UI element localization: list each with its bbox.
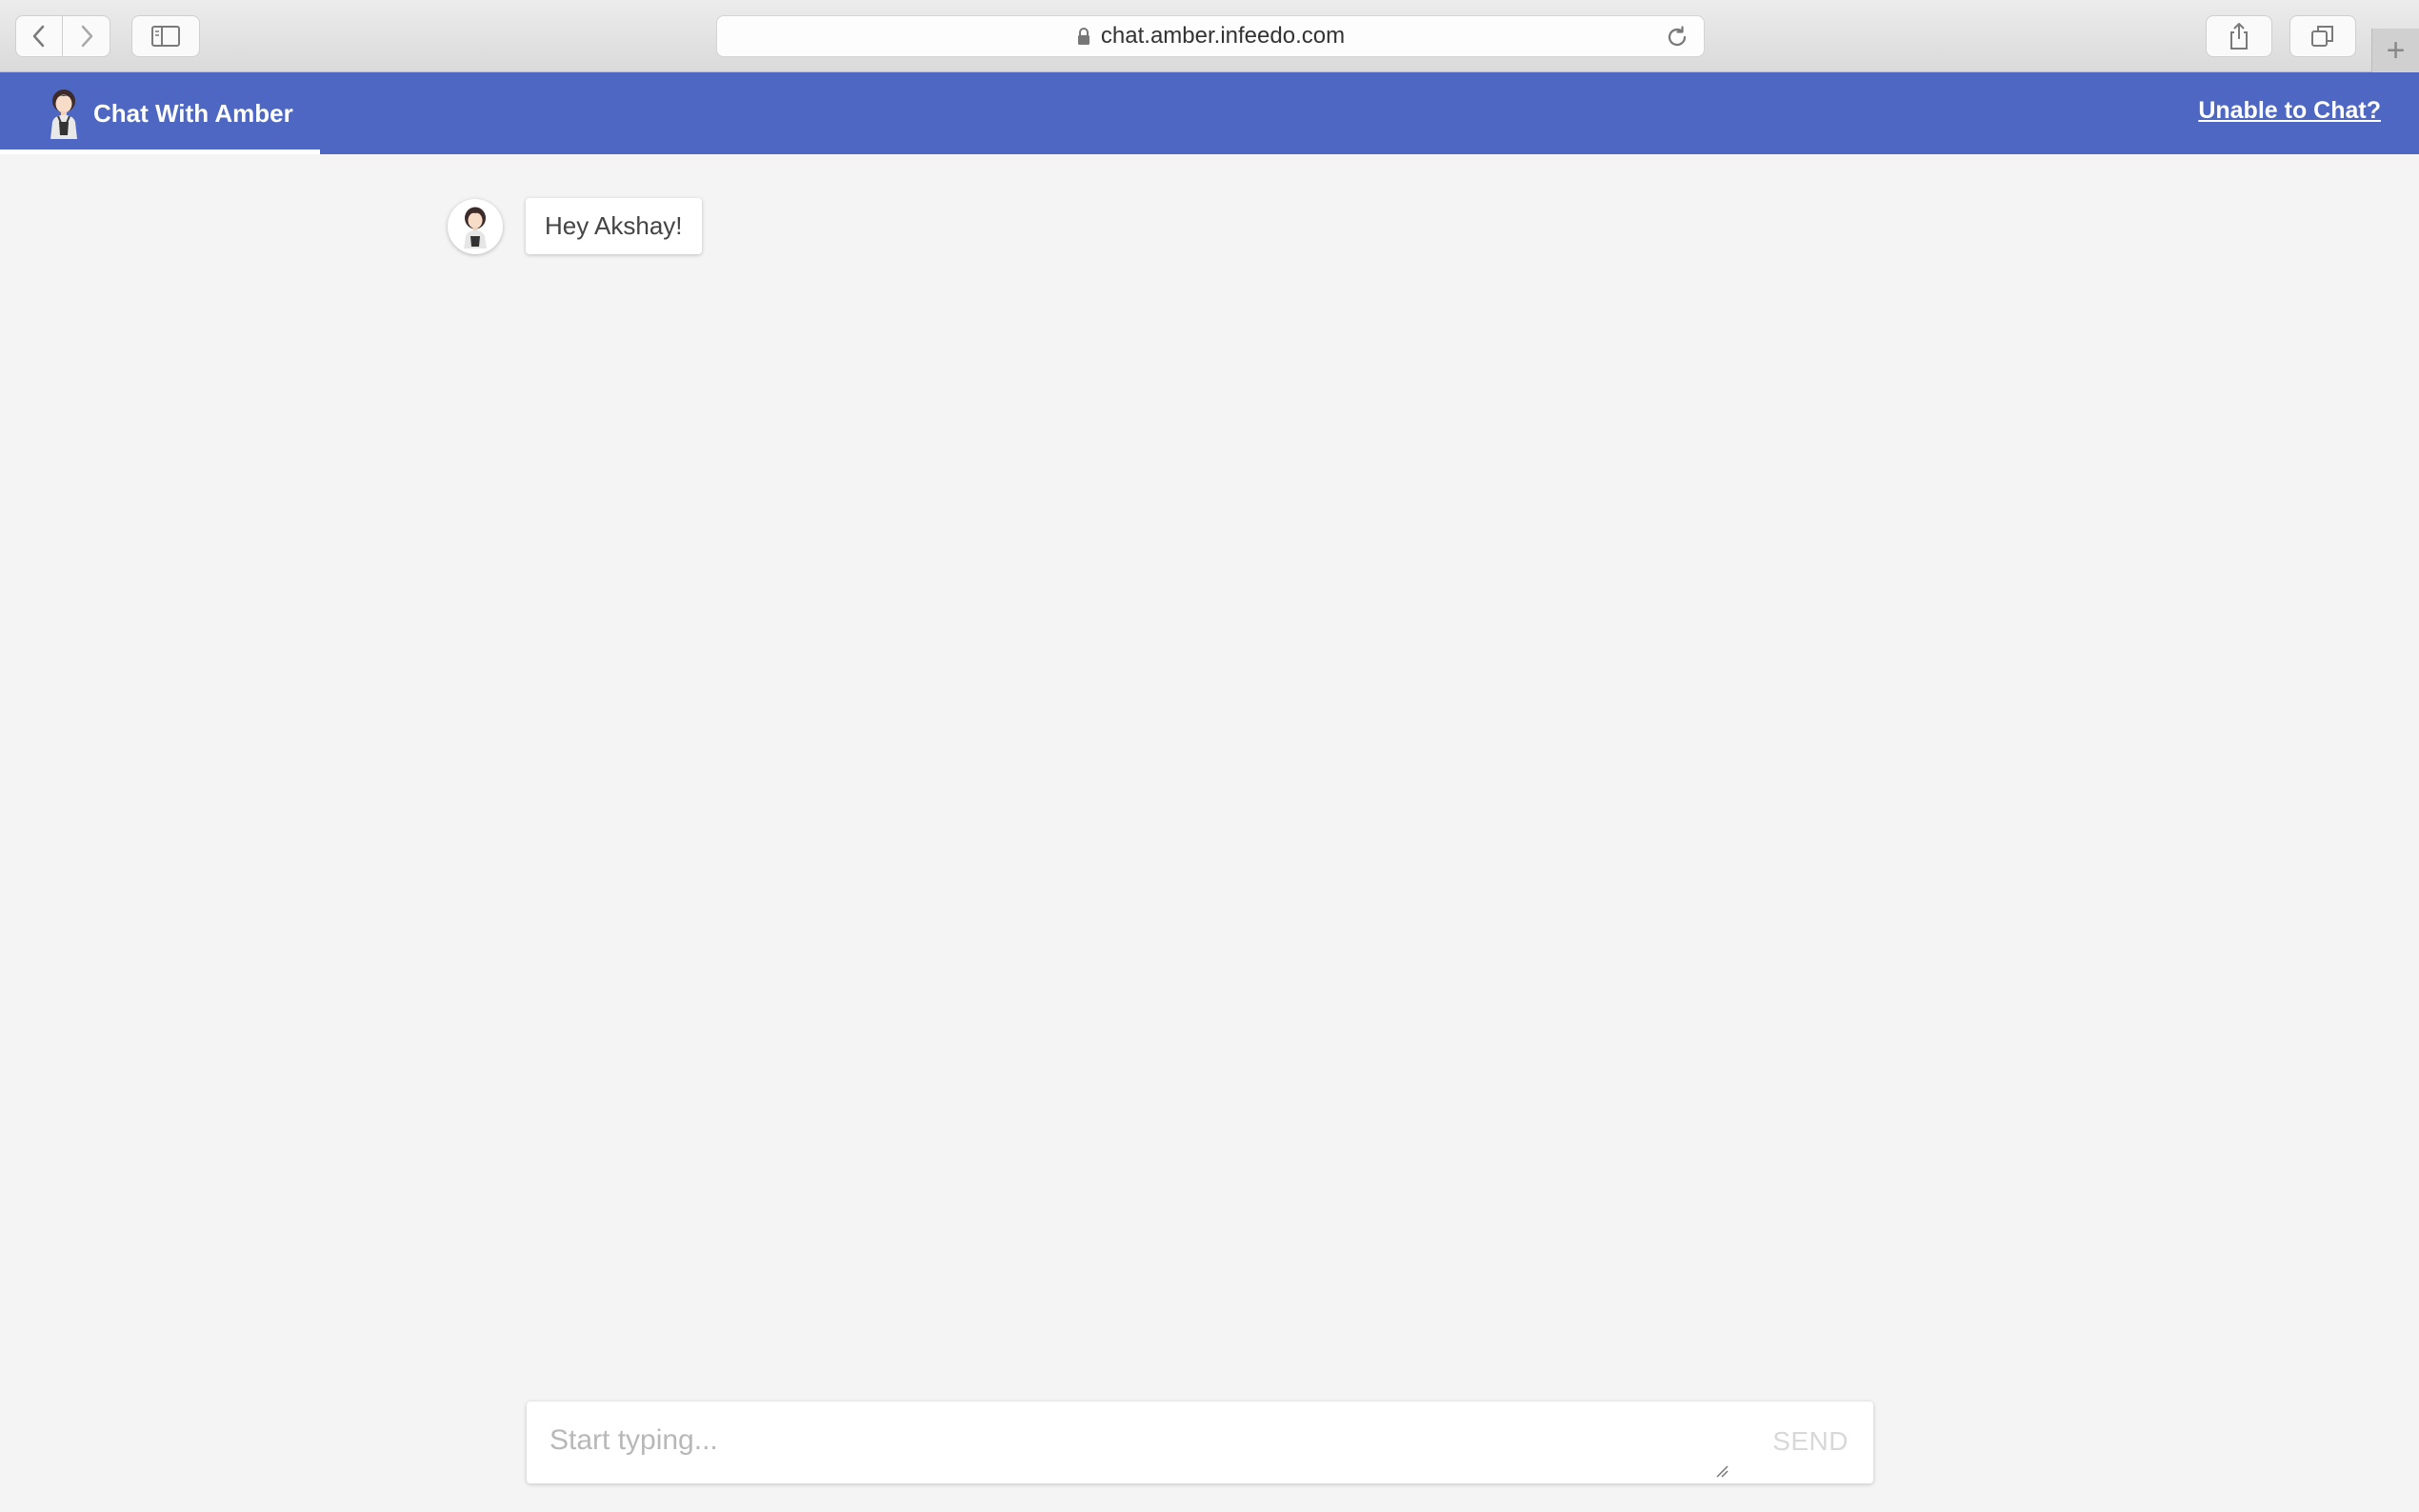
resize-handle-icon[interactable] — [1715, 1464, 1729, 1478]
send-button[interactable]: SEND — [1772, 1426, 1849, 1457]
address-bar[interactable]: chat.amber.infeedo.com — [716, 15, 1705, 57]
chat-area: Hey Akshay! SEND — [0, 154, 2419, 1512]
back-button[interactable] — [15, 15, 63, 57]
new-tab-button[interactable]: + — [2371, 29, 2419, 72]
message-composer: SEND — [527, 1402, 1873, 1483]
app-header: Chat With Amber Unable to Chat? — [0, 72, 2419, 154]
unable-to-chat-link[interactable]: Unable to Chat? — [2198, 97, 2381, 125]
reload-icon[interactable] — [1664, 24, 1690, 50]
browser-toolbar: chat.amber.infeedo.com + — [0, 0, 2419, 72]
chevron-left-icon — [32, 25, 45, 48]
share-icon — [2230, 23, 2248, 50]
page-title: Chat With Amber — [93, 98, 293, 128]
chat-tab[interactable]: Chat With Amber — [0, 72, 320, 154]
message-row: Hey Akshay! — [448, 198, 702, 254]
url-text: chat.amber.infeedo.com — [1100, 23, 1346, 49]
forward-button[interactable] — [63, 15, 110, 57]
bot-avatar — [448, 198, 503, 254]
amber-avatar-icon — [50, 90, 77, 139]
show-tabs-button[interactable] — [2289, 15, 2356, 57]
tabs-icon — [2311, 26, 2333, 47]
sidebar-icon — [151, 26, 180, 47]
amber-avatar-icon — [464, 207, 487, 249]
lock-icon — [1076, 27, 1091, 46]
message-input[interactable] — [527, 1402, 1736, 1483]
share-button[interactable] — [2206, 15, 2272, 57]
plus-icon: + — [2386, 31, 2406, 69]
sidebar-toggle-button[interactable] — [131, 15, 200, 57]
message-bubble: Hey Akshay! — [526, 198, 702, 254]
history-nav — [15, 15, 110, 57]
chevron-right-icon — [81, 25, 92, 48]
